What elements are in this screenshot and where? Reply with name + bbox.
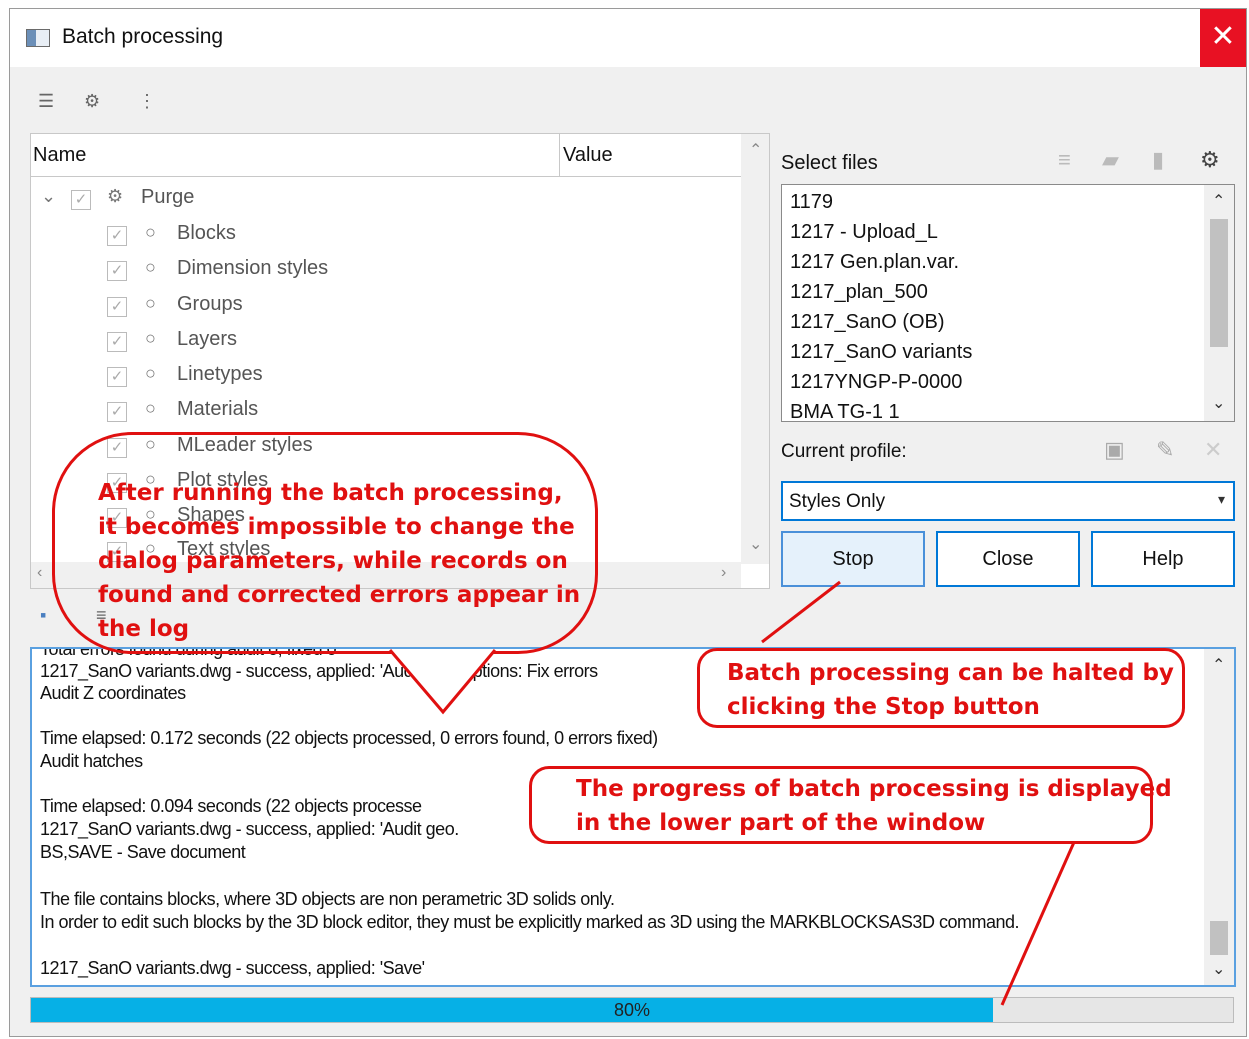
profile-select[interactable]: Styles Only ▾ (781, 481, 1235, 521)
checkbox[interactable]: ✓ (71, 190, 91, 210)
annotation-line: After running the batch processing, (98, 480, 563, 506)
list-item[interactable]: BMA TG-1 1 (790, 401, 900, 421)
add-settings-icon[interactable]: ⚙ (84, 91, 100, 112)
bullet-icon: ○ (145, 222, 156, 242)
bullet-icon: ○ (145, 328, 156, 348)
log-line: 1217_SanO variants.dwg - success, applie… (40, 661, 598, 681)
log-scrollbar[interactable]: ⌃ ⌄ (1204, 649, 1234, 985)
checkbox[interactable]: ✓ (107, 402, 127, 422)
scroll-down-icon[interactable]: ⌄ (1212, 959, 1225, 979)
scroll-right-icon[interactable]: › (721, 564, 726, 582)
column-divider[interactable] (559, 134, 560, 176)
add-list-icon[interactable]: ⋮ (138, 91, 156, 112)
close-window-button[interactable]: ✕ (1200, 9, 1246, 67)
annotation-line: found and corrected errors appear in (98, 582, 581, 608)
annotation-progress-text: The progress of batch processing is disp… (576, 772, 1172, 840)
column-name[interactable]: Name (33, 144, 86, 167)
tree-item-label: Linetypes (177, 363, 263, 385)
annotation-line: in the lower part of the window (576, 810, 986, 836)
gear-icon[interactable]: ⚙ (1200, 147, 1220, 173)
edit-icon[interactable]: ✎ (1156, 437, 1174, 463)
annotation-line: the log (98, 616, 190, 642)
annotation-params-text: After running the batch processing, it b… (98, 476, 580, 646)
log-line: Audit hatches (40, 751, 143, 771)
list-item[interactable]: 1217_SanO variants (790, 341, 972, 364)
gear-icon: ⚙ (107, 186, 124, 206)
bullet-icon: ○ (145, 257, 156, 277)
tree-item-label: Layers (177, 328, 238, 350)
chevron-down-icon[interactable]: ⌄ (41, 186, 56, 207)
scroll-up-icon[interactable]: ⌃ (749, 140, 762, 160)
add-file-icon[interactable]: ≡ (1058, 147, 1071, 173)
annotation-line: Batch processing can be halted by (727, 660, 1174, 686)
add-folder-icon[interactable]: ▰ (1102, 147, 1119, 173)
column-value[interactable]: Value (563, 144, 613, 167)
bullet-icon: ○ (145, 363, 156, 383)
grid-vertical-scrollbar[interactable]: ⌃ ⌄ (741, 134, 769, 564)
annotation-line: it becomes impossible to change the (98, 514, 575, 540)
window-title: Batch processing (62, 25, 224, 48)
app-icon (26, 29, 50, 47)
log-line: BS,SAVE - Save document (40, 842, 246, 862)
select-files-label: Select files (781, 152, 878, 174)
scroll-up-icon[interactable]: ⌃ (1212, 191, 1225, 211)
log-line: The file contains blocks, where 3D objec… (40, 889, 615, 909)
log-line: 1217_SanO variants.dwg - success, applie… (40, 958, 425, 978)
list-item[interactable]: 1217 Gen.plan.var. (790, 251, 959, 274)
log-line: 1217_SanO variants.dwg - success, applie… (40, 819, 459, 839)
annotation-line: dialog parameters, while records on (98, 548, 568, 574)
grid-header: Name Value (31, 134, 741, 177)
tree-item-label: Blocks (177, 222, 236, 244)
delete-icon[interactable]: ✕ (1204, 437, 1222, 463)
list-item[interactable]: 1217_plan_500 (790, 281, 928, 304)
chevron-down-icon: ▾ (1217, 491, 1225, 507)
log-line: Time elapsed: 0.094 seconds (22 objects … (40, 796, 422, 816)
tree-item-label: Dimension styles (177, 257, 329, 279)
log-line: Time elapsed: 0.172 seconds (22 objects … (40, 728, 658, 748)
stop-button[interactable]: Stop (781, 531, 925, 587)
scroll-down-icon[interactable]: ⌄ (1212, 393, 1225, 413)
list-item[interactable]: 1217_SanO (OB) (790, 311, 945, 334)
file-list-scrollbar[interactable]: ⌃ ⌄ (1204, 185, 1234, 421)
checkbox[interactable]: ✓ (107, 297, 127, 317)
list-item[interactable]: 1179 (790, 191, 833, 214)
checkbox[interactable]: ✓ (107, 226, 127, 246)
annotation-line: clicking the Stop button (727, 694, 1040, 720)
log-line: Audit Z coordinates (40, 683, 186, 703)
profile-value: Styles Only (789, 491, 886, 512)
annotation-stop-text: Batch processing can be halted by clicki… (727, 656, 1174, 724)
scroll-thumb[interactable] (1210, 219, 1228, 347)
file-list[interactable]: 1179 1217 - Upload_L 1217 Gen.plan.var. … (781, 184, 1235, 422)
save-icon[interactable]: ▣ (1104, 437, 1125, 463)
add-document-icon[interactable]: ▮ (1152, 147, 1164, 173)
scroll-thumb[interactable] (1210, 921, 1228, 955)
list-item[interactable]: 1217YNGP-P-0000 (790, 371, 962, 394)
progress-label: 80% (613, 1000, 651, 1020)
tree-item-label: Groups (177, 293, 243, 315)
help-button[interactable]: Help (1091, 531, 1235, 587)
title-bar: Batch processing ✕ (10, 9, 1246, 67)
close-button[interactable]: Close (936, 531, 1080, 587)
checkbox[interactable]: ✓ (107, 332, 127, 352)
bullet-icon: ○ (145, 293, 156, 313)
list-item[interactable]: 1217 - Upload_L (790, 221, 938, 244)
log-line: In order to edit such blocks by the 3D b… (40, 912, 1019, 932)
scroll-up-icon[interactable]: ⌃ (1212, 655, 1225, 675)
annotation-line: The progress of batch processing is disp… (576, 776, 1172, 802)
scroll-left-icon[interactable]: ‹ (37, 564, 42, 582)
tree-item-label: Materials (177, 398, 259, 420)
checkbox[interactable]: ✓ (107, 367, 127, 387)
tree-node-label: Purge (141, 186, 195, 208)
add-command-icon[interactable]: ☰ (38, 91, 54, 112)
log-filter-icon[interactable]: ▪ (40, 605, 46, 626)
bullet-icon: ○ (145, 398, 156, 418)
progress-bar: 80% (30, 997, 1234, 1023)
scroll-down-icon[interactable]: ⌄ (749, 534, 762, 554)
checkbox[interactable]: ✓ (107, 261, 127, 281)
current-profile-label: Current profile: (781, 441, 907, 462)
